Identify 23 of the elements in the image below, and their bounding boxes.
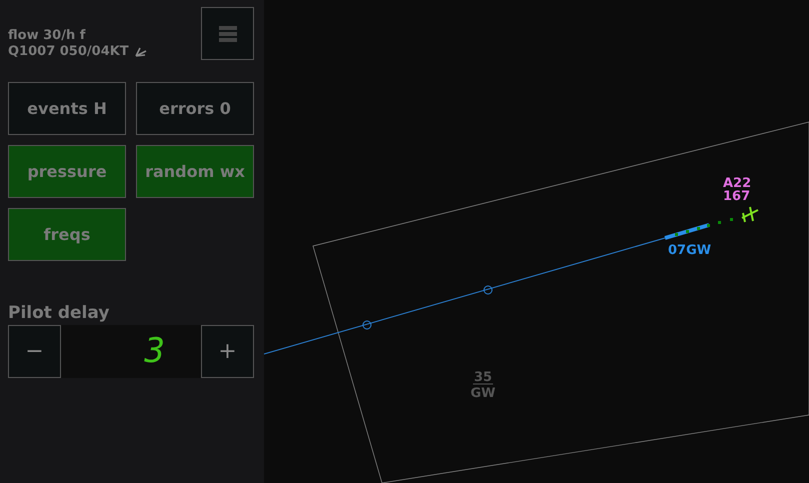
aircraft-callsign: A22 — [723, 176, 752, 191]
sector-label: 35 — [474, 370, 492, 385]
wind-arrow-icon — [134, 47, 147, 57]
status-text: Q1007 050/04KT — [8, 44, 129, 60]
approach-path — [675, 218, 733, 236]
menu-icon — [218, 24, 236, 42]
runway — [664, 223, 710, 240]
pilot-delay-label: Pilot delay — [8, 303, 110, 323]
toggle-button[interactable]: errors 0 — [136, 82, 254, 135]
increment-button[interactable]: + — [201, 325, 254, 378]
waypoint-marker — [484, 286, 492, 294]
toggle-button[interactable]: random wx — [136, 145, 254, 198]
menu-button[interactable] — [201, 7, 254, 60]
waypoint-marker — [362, 320, 372, 330]
runway-label: 07GW — [668, 243, 712, 258]
aircraft-speed: 167 — [723, 189, 750, 204]
toggle-button[interactable]: events H — [8, 82, 126, 135]
sector-label: GW — [470, 386, 496, 401]
toggle-button[interactable]: freqs — [8, 208, 126, 261]
toggle-button[interactable]: pressure — [8, 145, 126, 198]
status-text: flow 30/h f — [8, 28, 86, 44]
delay-display: 3 — [143, 330, 166, 373]
decrement-button[interactable]: − — [8, 325, 61, 378]
